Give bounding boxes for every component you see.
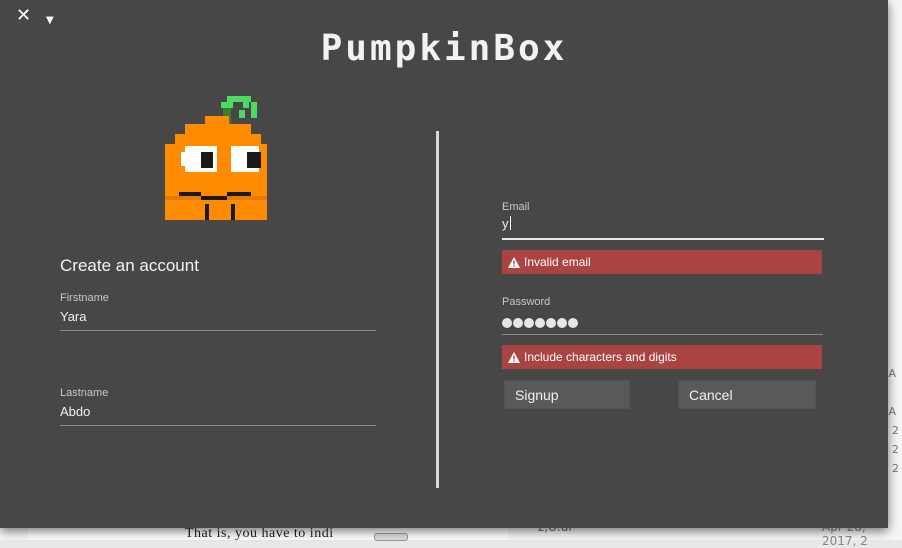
create-account-heading: Create an account — [60, 256, 199, 275]
warning-icon — [508, 257, 520, 268]
email-error-banner: Invalid email — [502, 250, 822, 274]
password-mask-dot — [546, 318, 556, 328]
text-caret — [509, 216, 511, 230]
vertical-divider — [436, 131, 439, 488]
lastname-field[interactable]: Lastname Abdo — [60, 387, 376, 427]
password-mask-dot — [568, 318, 578, 328]
password-input[interactable] — [502, 313, 823, 328]
password-mask-dot — [557, 318, 567, 328]
email-input[interactable]: y — [502, 216, 509, 231]
lastname-label: Lastname — [60, 387, 109, 399]
firstname-input[interactable]: Yara — [60, 309, 376, 325]
eye-right — [231, 146, 261, 172]
password-mask-dot — [513, 318, 523, 328]
signup-button[interactable]: Signup — [504, 380, 630, 409]
signup-window: ✕ ▼ PumpkinBox Create an account Firstna… — [0, 0, 888, 528]
email-label: Email — [502, 201, 530, 213]
cancel-button[interactable]: Cancel — [678, 380, 816, 409]
password-field[interactable]: Password — [502, 296, 823, 336]
app-title: PumpkinBox — [320, 28, 568, 69]
password-error-text: Include characters and digits — [524, 350, 677, 364]
password-mask-dot — [524, 318, 534, 328]
email-field[interactable]: Email y — [502, 201, 824, 241]
firstname-field[interactable]: Firstname Yara — [60, 292, 376, 332]
warning-icon — [508, 352, 520, 363]
password-mask-dot — [502, 318, 512, 328]
eye-left — [181, 146, 217, 172]
close-icon[interactable]: ✕ — [16, 6, 31, 26]
lastname-underline — [60, 425, 376, 426]
email-underline — [502, 238, 824, 240]
password-error-banner: Include characters and digits — [502, 345, 822, 369]
password-mask-dot — [535, 318, 545, 328]
lastname-input[interactable]: Abdo — [60, 404, 376, 420]
pumpkin-logo — [165, 96, 267, 220]
email-input-wrap[interactable]: y — [502, 216, 824, 232]
email-error-text: Invalid email — [524, 255, 591, 269]
password-underline — [502, 334, 823, 335]
firstname-label: Firstname — [60, 292, 109, 304]
firstname-underline — [60, 330, 376, 331]
password-label: Password — [502, 296, 551, 308]
